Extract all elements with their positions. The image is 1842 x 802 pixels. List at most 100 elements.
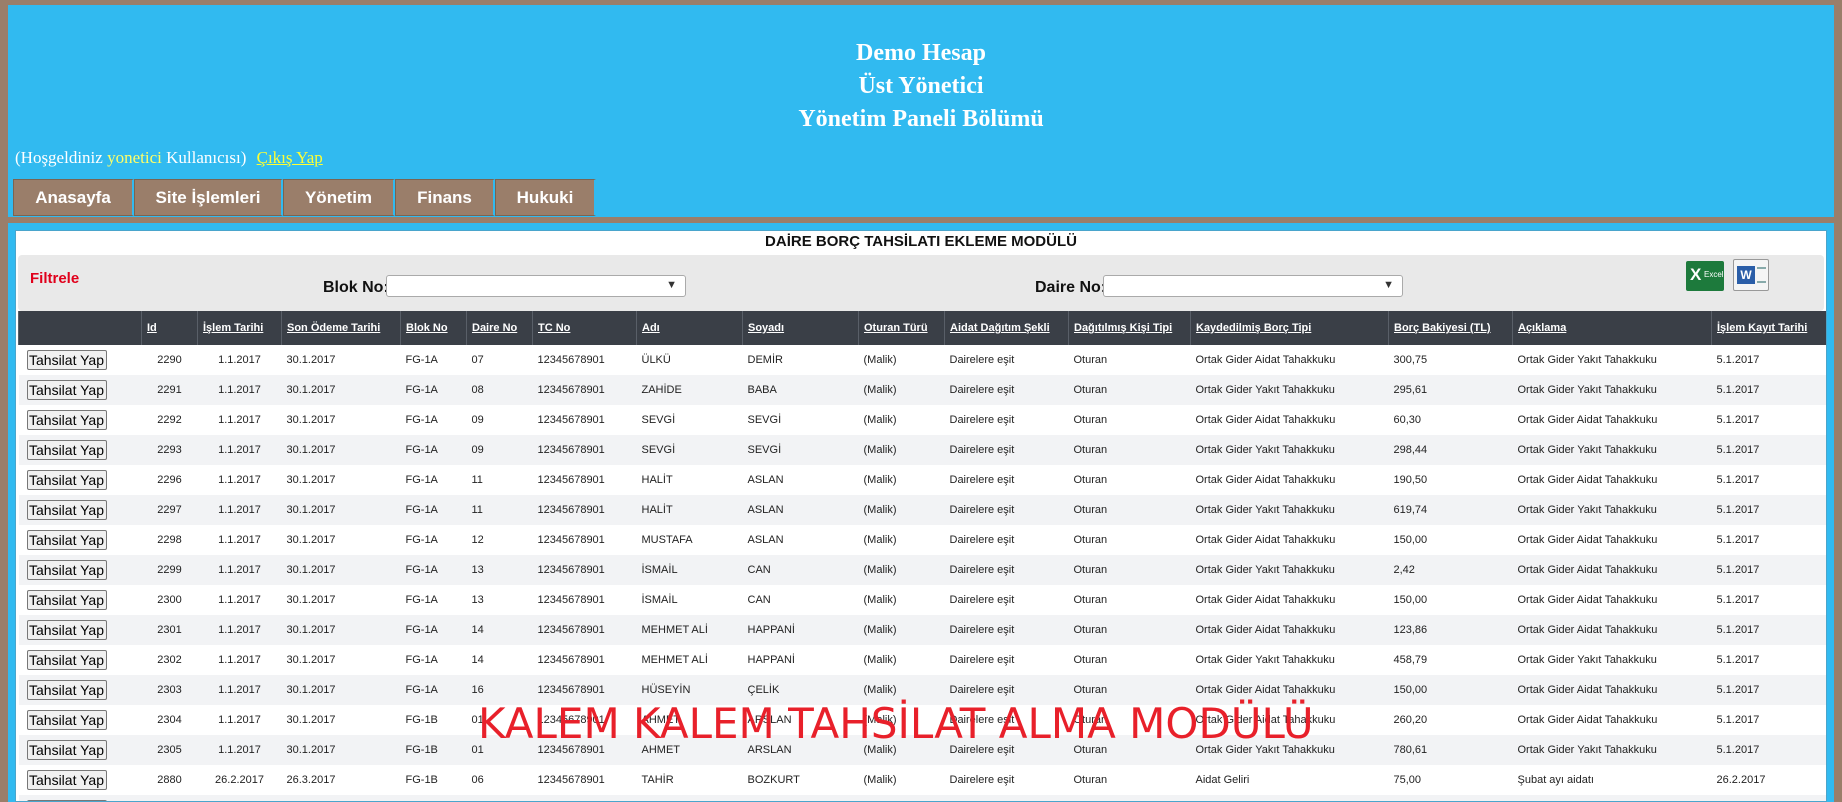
cell-id: 2292 [157,414,182,426]
daire-no-select[interactable]: ▼ [1103,275,1403,297]
cell-islem: 1.1.2017 [197,495,282,525]
col-header-oturan-turu[interactable]: Oturan Türü [858,311,945,345]
content-frame: DAİRE BORÇ TAHSİLATI EKLEME MODÜLÜ Filtr… [8,223,1834,802]
col-header-islem-tarihi[interactable]: İşlem Tarihi [197,311,282,345]
cell-borc-tipi: Ortak Gider Yakıt Tahakkuku [1195,654,1335,666]
col-header-soyadi[interactable]: Soyadı [742,311,859,345]
cell-daire: 07 [466,795,533,801]
col-header-kaydedilmis-borc-tipi[interactable]: Kaydedilmiş Borç Tipi [1190,311,1389,345]
tahsilat-yap-button[interactable]: Tahsilat Yap [26,710,107,730]
col-header-islem-kayit-tarihi[interactable]: İşlem Kayıt Tarihi [1711,311,1826,345]
cell-id: 2298 [157,534,182,546]
nav-yonetim[interactable]: Yönetim [283,179,395,216]
cell-action: Tahsilat Yap [19,585,142,615]
cell-kayit: 5.1.2017 [1711,735,1826,765]
cell-islem: 1.1.2017 [197,735,282,765]
cell-islem: 1.1.2017 [218,414,261,426]
cell-tc: 12345678901 [537,534,605,546]
tahsilat-yap-button[interactable]: Tahsilat Yap [26,620,107,640]
cell-borc-tipi: Ortak Gider Aidat Tahakkuku [1195,534,1336,546]
tahsilat-yap-button[interactable]: Tahsilat Yap [26,650,107,670]
cell-tc: 12345678901 [532,555,637,585]
title-line-role: Üst Yönetici [858,73,984,99]
cell-action: Tahsilat Yap [19,405,142,435]
cell-dagitim: Dairelere eşit [944,615,1069,645]
cell-dagitim: Dairelere eşit [944,795,1069,801]
welcome-suffix: Kullanıcısı) [166,148,247,167]
username: yonetici [107,148,162,167]
tahsilat-yap-button[interactable]: Tahsilat Yap [26,410,107,430]
cell-soyadi: BOZKURT [747,774,800,786]
cell-adi: HALİT [641,474,673,486]
col-header-blok-no[interactable]: Blok No [400,311,467,345]
cell-kayit: 5.1.2017 [1711,375,1826,405]
col-header-borc-bakiyesi[interactable]: Borç Bakiyesi (TL) [1388,311,1513,345]
excel-export-icon[interactable]: X Excel [1686,261,1724,291]
cell-aciklama: Ortak Gider Aidat Tahakkuku [1512,675,1712,705]
cell-aciklama: Ortak Gider Yakıt Tahakkuku [1512,435,1712,465]
cell-action: Tahsilat Yap [18,495,142,525]
tahsilat-yap-button[interactable]: Tahsilat Yap [26,500,107,520]
cell-adi: TAHİR [641,774,674,786]
col-header-aciklama[interactable]: Açıklama [1512,311,1712,345]
col-header-tc-no[interactable]: TC No [532,311,637,345]
cell-aciklama: Şubat ayı aidatı [1517,774,1594,786]
tahsilat-yap-button[interactable]: Tahsilat Yap [26,380,107,400]
cell-action: Tahsilat Yap [18,555,142,585]
cell-borc-tipi: Ortak Gider Aidat Tahakkuku [1190,615,1389,645]
table-row: Tahsilat Yap 2293 1.1.2017 30.1.2017 FG-1A 09… [18,435,1826,465]
nav-hukuki[interactable]: Hukuki [495,179,596,216]
col-header-id[interactable]: Id [141,311,198,345]
cell-borc-tipi: Ortak Gider Yakıt Tahakkuku [1190,435,1389,465]
cell-id: 2305 [141,735,198,765]
cell-kayit: 26.2.2017 [1711,795,1826,801]
cell-daire: 13 [466,555,533,585]
tahsilat-yap-button[interactable]: Tahsilat Yap [26,740,107,760]
cell-islem: 1.1.2017 [218,654,261,666]
tahsilat-yap-button[interactable]: Tahsilat Yap [26,440,107,460]
col-header-aidat-dagitim-sekli[interactable]: Aidat Dağıtım Şekli [944,311,1069,345]
logout-link[interactable]: Çıkış Yap [257,148,323,167]
cell-soyadi: ZAHTEROĞLU [742,795,859,801]
cell-id: 2293 [141,435,198,465]
tahsilat-yap-button[interactable]: Tahsilat Yap [26,680,107,700]
word-export-icon[interactable]: W [1733,259,1769,291]
col-header-dagitilmis-kisi-tipi[interactable]: Dağıtılmış Kişi Tipi [1068,311,1191,345]
table-row: Tahsilat Yap 2298 1.1.2017 30.1.2017 FG-1A 12… [19,525,1827,555]
tahsilat-yap-button[interactable]: Tahsilat Yap [26,530,107,550]
cell-kisi: Oturan [1073,534,1108,546]
table-row: Tahsilat Yap 2299 1.1.2017 30.1.2017 FG-1A 13… [18,555,1826,585]
header-panel: Demo Hesap Üst Yönetici Yönetim Paneli B… [8,5,1834,217]
table-row: Tahsilat Yap 2302 1.1.2017 30.1.2017 FG-1A 14… [19,645,1827,675]
cell-kayit: 5.1.2017 [1711,675,1826,705]
tahsilat-yap-button[interactable]: Tahsilat Yap [26,770,107,790]
tahsilat-yap-button[interactable]: Tahsilat Yap [26,560,107,580]
cell-borc-tipi: Ortak Gider Aidat Tahakkuku [1195,414,1336,426]
cell-kayit: 5.1.2017 [1716,714,1760,726]
nav-finans[interactable]: Finans [395,179,495,216]
col-header-adi[interactable]: Adı [636,311,743,345]
daire-no-label: Daire No: [1035,279,1107,296]
cell-aciklama: Ortak Gider Aidat Tahakkuku [1517,594,1658,606]
tahsilat-yap-button[interactable]: Tahsilat Yap [26,470,107,490]
cell-son: 30.1.2017 [281,735,401,765]
cell-soyadi: BABA [742,375,859,405]
nav-anasayfa[interactable]: Anasayfa [13,179,134,216]
nav-site-islemleri[interactable]: Site İşlemleri [134,179,283,216]
blok-no-select[interactable]: ▼ [386,275,686,297]
cell-kisi: Oturan [1073,474,1108,486]
cell-oturan: (Malik) [863,774,897,786]
col-header-daire-no[interactable]: Daire No [466,311,533,345]
cell-islem: 1.1.2017 [197,555,282,585]
tahsilat-yap-button[interactable]: Tahsilat Yap [26,590,107,610]
cell-id: 2299 [141,555,198,585]
col-header-son-odeme-tarihi[interactable]: Son Ödeme Tarihi [281,311,401,345]
cell-son: 30.1.2017 [281,495,401,525]
cell-action: Tahsilat Yap [18,435,142,465]
tahsilat-yap-button[interactable]: Tahsilat Yap [26,350,107,370]
title-line-account: Demo Hesap [856,40,986,66]
cell-action: Tahsilat Yap [19,765,142,795]
cell-daire: 08 [466,375,533,405]
cell-bakiye: 190,50 [1393,474,1428,486]
cell-bakiye: 150,00 [1393,534,1428,546]
